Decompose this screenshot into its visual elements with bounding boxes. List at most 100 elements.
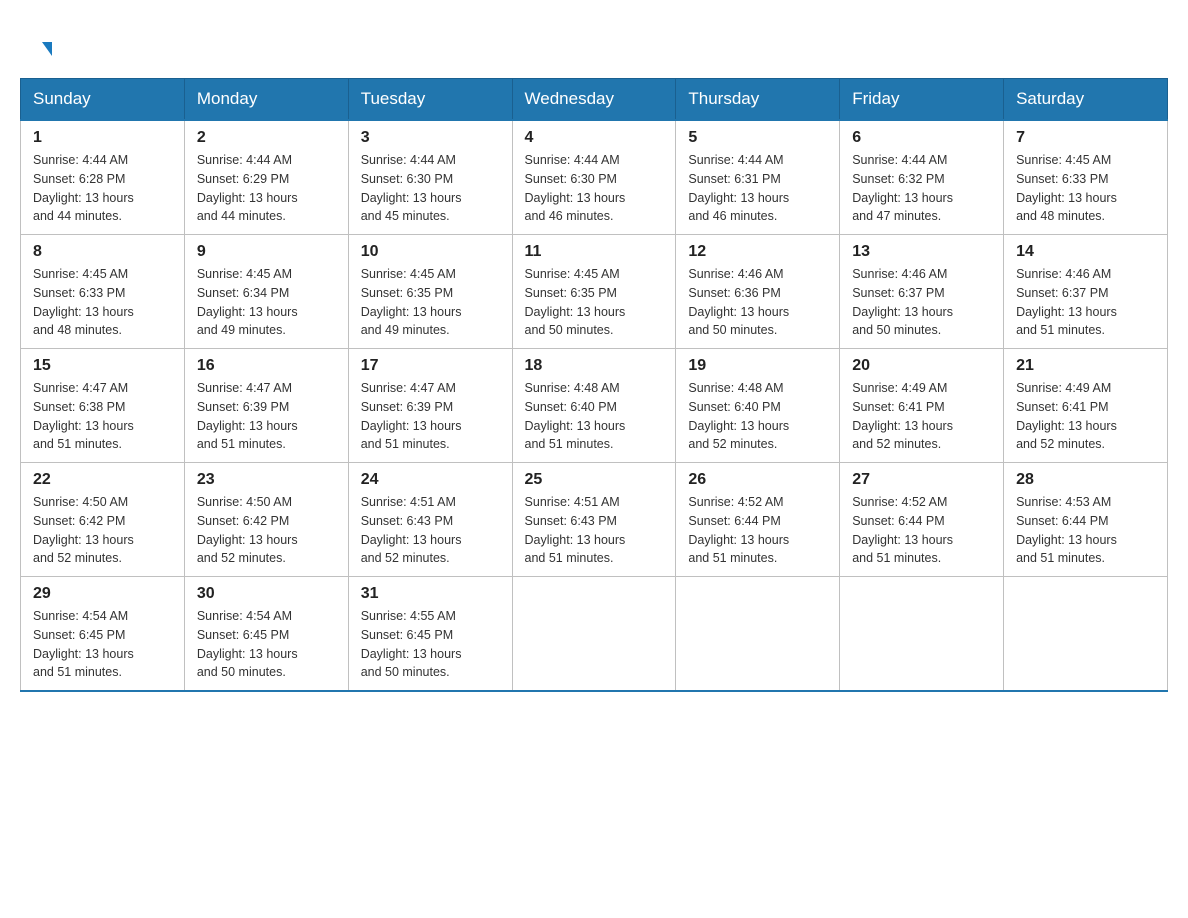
day-info: Sunrise: 4:52 AMSunset: 6:44 PMDaylight:… [688, 493, 827, 568]
day-info: Sunrise: 4:49 AMSunset: 6:41 PMDaylight:… [852, 379, 991, 454]
day-number: 15 [33, 357, 172, 375]
table-row: 5 Sunrise: 4:44 AMSunset: 6:31 PMDaylight… [676, 120, 840, 235]
header-friday: Friday [840, 79, 1004, 121]
table-row: 20 Sunrise: 4:49 AMSunset: 6:41 PMDayligh… [840, 349, 1004, 463]
day-info: Sunrise: 4:50 AMSunset: 6:42 PMDaylight:… [33, 493, 172, 568]
table-row: 10 Sunrise: 4:45 AMSunset: 6:35 PMDayligh… [348, 235, 512, 349]
table-row: 19Sunrise: 4:48 AMSunset: 6:40 PMDayligh… [676, 349, 840, 463]
day-info: Sunrise: 4:45 AMSunset: 6:33 PMDaylight:… [1016, 151, 1155, 226]
day-number: 18 [525, 357, 664, 375]
day-number: 9 [197, 243, 336, 261]
table-row: 1Sunrise: 4:44 AMSunset: 6:28 PMDaylight… [21, 120, 185, 235]
table-row [512, 577, 676, 692]
day-info: Sunrise: 4:44 AMSunset: 6:28 PMDaylight:… [33, 151, 172, 226]
table-row: 27 Sunrise: 4:52 AMSunset: 6:44 PMDayligh… [840, 463, 1004, 577]
day-number: 17 [361, 357, 500, 375]
day-number: 26 [688, 471, 827, 489]
table-row: 2 Sunrise: 4:44 AMSunset: 6:29 PMDaylight… [184, 120, 348, 235]
table-row: 28 Sunrise: 4:53 AMSunset: 6:44 PMDayligh… [1004, 463, 1168, 577]
calendar-week-row: 22 Sunrise: 4:50 AMSunset: 6:42 PMDayligh… [21, 463, 1168, 577]
table-row: 21Sunrise: 4:49 AMSunset: 6:41 PMDayligh… [1004, 349, 1168, 463]
calendar-week-row: 8Sunrise: 4:45 AMSunset: 6:33 PMDaylight… [21, 235, 1168, 349]
day-info: Sunrise: 4:53 AMSunset: 6:44 PMDaylight:… [1016, 493, 1155, 568]
calendar-table: Sunday Monday Tuesday Wednesday Thursday… [20, 78, 1168, 692]
table-row: 7 Sunrise: 4:45 AMSunset: 6:33 PMDaylight… [1004, 120, 1168, 235]
header-saturday: Saturday [1004, 79, 1168, 121]
table-row: 14Sunrise: 4:46 AMSunset: 6:37 PMDayligh… [1004, 235, 1168, 349]
day-number: 28 [1016, 471, 1155, 489]
table-row: 3Sunrise: 4:44 AMSunset: 6:30 PMDaylight… [348, 120, 512, 235]
table-row: 8Sunrise: 4:45 AMSunset: 6:33 PMDaylight… [21, 235, 185, 349]
logo-triangle-icon [42, 42, 52, 56]
day-number: 22 [33, 471, 172, 489]
calendar-week-row: 15Sunrise: 4:47 AMSunset: 6:38 PMDayligh… [21, 349, 1168, 463]
table-row: 12 Sunrise: 4:46 AMSunset: 6:36 PMDayligh… [676, 235, 840, 349]
day-info: Sunrise: 4:51 AMSunset: 6:43 PMDaylight:… [525, 493, 664, 568]
day-number: 2 [197, 129, 336, 147]
day-number: 4 [525, 129, 664, 147]
day-number: 6 [852, 129, 991, 147]
table-row: 11 Sunrise: 4:45 AMSunset: 6:35 PMDayligh… [512, 235, 676, 349]
day-number: 3 [361, 129, 500, 147]
day-info: Sunrise: 4:46 AMSunset: 6:37 PMDaylight:… [852, 265, 991, 340]
day-info: Sunrise: 4:55 AMSunset: 6:45 PMDaylight:… [361, 607, 500, 682]
day-info: Sunrise: 4:48 AMSunset: 6:40 PMDaylight:… [525, 379, 664, 454]
day-number: 16 [197, 357, 336, 375]
day-number: 29 [33, 585, 172, 603]
table-row: 23Sunrise: 4:50 AMSunset: 6:42 PMDayligh… [184, 463, 348, 577]
day-info: Sunrise: 4:45 AMSunset: 6:35 PMDaylight:… [525, 265, 664, 340]
table-row: 18 Sunrise: 4:48 AMSunset: 6:40 PMDayligh… [512, 349, 676, 463]
day-info: Sunrise: 4:45 AMSunset: 6:33 PMDaylight:… [33, 265, 172, 340]
table-row: 31 Sunrise: 4:55 AMSunset: 6:45 PMDayligh… [348, 577, 512, 692]
calendar-week-row: 29Sunrise: 4:54 AMSunset: 6:45 PMDayligh… [21, 577, 1168, 692]
day-number: 25 [525, 471, 664, 489]
day-number: 24 [361, 471, 500, 489]
day-number: 31 [361, 585, 500, 603]
day-info: Sunrise: 4:46 AMSunset: 6:37 PMDaylight:… [1016, 265, 1155, 340]
day-info: Sunrise: 4:49 AMSunset: 6:41 PMDaylight:… [1016, 379, 1155, 454]
table-row: 24 Sunrise: 4:51 AMSunset: 6:43 PMDayligh… [348, 463, 512, 577]
day-info: Sunrise: 4:52 AMSunset: 6:44 PMDaylight:… [852, 493, 991, 568]
logo [40, 30, 52, 58]
day-number: 27 [852, 471, 991, 489]
table-row: 6 Sunrise: 4:44 AMSunset: 6:32 PMDaylight… [840, 120, 1004, 235]
table-row: 26 Sunrise: 4:52 AMSunset: 6:44 PMDayligh… [676, 463, 840, 577]
day-number: 10 [361, 243, 500, 261]
table-row [840, 577, 1004, 692]
day-info: Sunrise: 4:46 AMSunset: 6:36 PMDaylight:… [688, 265, 827, 340]
day-info: Sunrise: 4:44 AMSunset: 6:32 PMDaylight:… [852, 151, 991, 226]
day-info: Sunrise: 4:45 AMSunset: 6:34 PMDaylight:… [197, 265, 336, 340]
day-info: Sunrise: 4:50 AMSunset: 6:42 PMDaylight:… [197, 493, 336, 568]
day-info: Sunrise: 4:47 AMSunset: 6:39 PMDaylight:… [361, 379, 500, 454]
table-row: 13 Sunrise: 4:46 AMSunset: 6:37 PMDayligh… [840, 235, 1004, 349]
table-row [676, 577, 840, 692]
day-number: 11 [525, 243, 664, 261]
table-row: 22 Sunrise: 4:50 AMSunset: 6:42 PMDayligh… [21, 463, 185, 577]
day-number: 19 [688, 357, 827, 375]
day-number: 12 [688, 243, 827, 261]
table-row [1004, 577, 1168, 692]
page-header [20, 20, 1168, 68]
table-row: 9 Sunrise: 4:45 AMSunset: 6:34 PMDaylight… [184, 235, 348, 349]
day-info: Sunrise: 4:44 AMSunset: 6:30 PMDaylight:… [525, 151, 664, 226]
table-row: 16Sunrise: 4:47 AMSunset: 6:39 PMDayligh… [184, 349, 348, 463]
header-wednesday: Wednesday [512, 79, 676, 121]
day-info: Sunrise: 4:44 AMSunset: 6:31 PMDaylight:… [688, 151, 827, 226]
day-number: 13 [852, 243, 991, 261]
header-sunday: Sunday [21, 79, 185, 121]
day-info: Sunrise: 4:51 AMSunset: 6:43 PMDaylight:… [361, 493, 500, 568]
table-row: 30Sunrise: 4:54 AMSunset: 6:45 PMDayligh… [184, 577, 348, 692]
header-thursday: Thursday [676, 79, 840, 121]
day-number: 5 [688, 129, 827, 147]
logo-line1 [40, 30, 52, 58]
day-number: 20 [852, 357, 991, 375]
header-tuesday: Tuesday [348, 79, 512, 121]
table-row: 29Sunrise: 4:54 AMSunset: 6:45 PMDayligh… [21, 577, 185, 692]
day-number: 7 [1016, 129, 1155, 147]
table-row: 17 Sunrise: 4:47 AMSunset: 6:39 PMDayligh… [348, 349, 512, 463]
table-row: 25 Sunrise: 4:51 AMSunset: 6:43 PMDayligh… [512, 463, 676, 577]
table-row: 15Sunrise: 4:47 AMSunset: 6:38 PMDayligh… [21, 349, 185, 463]
day-info: Sunrise: 4:44 AMSunset: 6:29 PMDaylight:… [197, 151, 336, 226]
header-monday: Monday [184, 79, 348, 121]
day-info: Sunrise: 4:45 AMSunset: 6:35 PMDaylight:… [361, 265, 500, 340]
